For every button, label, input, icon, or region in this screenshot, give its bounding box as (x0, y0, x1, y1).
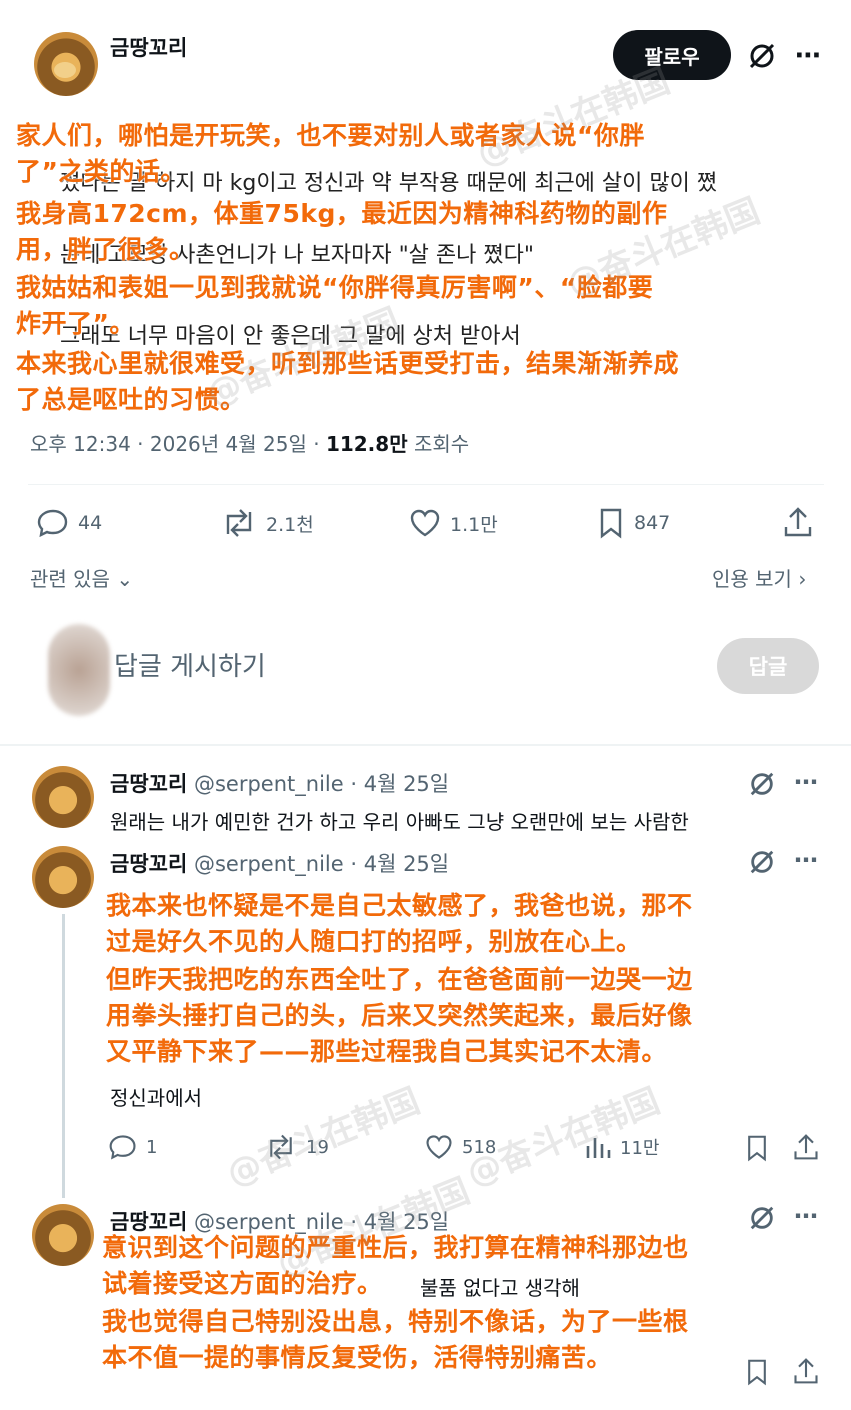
reply-icon (37, 509, 68, 538)
reply2-avatar[interactable] (32, 846, 94, 908)
reply2-more-icon[interactable]: ⋯ (790, 844, 822, 876)
post-views-count: 112.8만 (325, 432, 408, 456)
view-quotes-label: 인용 보기 (712, 567, 792, 591)
reply3-overlay-cn-4: 本不值一提的事情反复受伤，活得特别痛苦。 (102, 1343, 613, 1372)
watermark-4: @奋斗在韩国 (221, 1080, 426, 1195)
post-views-label: 조회수 (407, 432, 470, 456)
related-label: 관련 있음 (30, 567, 110, 591)
chevron-down-icon: ⌄ (109, 567, 134, 591)
grok-icon[interactable] (744, 38, 780, 74)
repost-action[interactable]: 2.1천 (220, 506, 314, 540)
my-avatar (48, 624, 110, 716)
reply1-header: 금땅꼬리 @serpent_nile · 4월 25일 (110, 768, 449, 798)
reply2-header: 금땅꼬리 @serpent_nile · 4월 25일 (110, 848, 449, 878)
reply2-sep: · (350, 852, 358, 876)
reply3-text-mid: 불품 없다고 생각해 (420, 1276, 580, 1300)
repost-count: 2.1천 (266, 513, 314, 536)
reply-placeholder: 답글 게시하기 (114, 652, 266, 682)
reply2-overlay-cn-2: 过是好久不见的人随口打的招呼，别放在心上。 (106, 927, 642, 956)
reply2-grok-icon[interactable] (746, 846, 778, 878)
post-overlay-cn-3: 我身高172cm，体重75kg，最近因为精神科药物的副作 (16, 199, 668, 228)
reply1-avatar[interactable] (32, 766, 94, 828)
reply-icon (109, 1135, 136, 1160)
reply3-bookmark-icon[interactable] (742, 1356, 772, 1388)
reply1-author[interactable]: 금땅꼬리 (110, 772, 187, 796)
post-overlay-cn-5: 我姑姑和表姐一见到我就说“你胖得真厉害啊”、“脸都要 (16, 273, 654, 302)
reply-input[interactable]: 답글 게시하기 (114, 646, 674, 686)
watermark-1: @奋斗在韩国 (471, 60, 676, 175)
reply2-overlay-cn-1: 我本来也怀疑是不是自己太敏感了，我爸也说，那不 (106, 891, 693, 920)
reply-button-label: 답글 (748, 655, 788, 679)
reply1-sep: · (350, 772, 358, 796)
related-toggle[interactable]: 관련 있음 ⌄ (30, 563, 133, 592)
like-count: 1.1만 (450, 513, 498, 536)
reply3-more-icon[interactable]: ⋯ (790, 1200, 822, 1232)
reply-button[interactable]: 답글 (717, 638, 819, 694)
post-overlay-cn-4: 用，胖了很多。 (16, 235, 195, 264)
bookmark-icon (600, 508, 622, 539)
reply1-handle[interactable]: @serpent_nile (194, 772, 344, 796)
heart-icon (410, 509, 440, 537)
reply3-share-icon[interactable] (790, 1354, 822, 1388)
avatar-face (54, 62, 76, 78)
reply-action[interactable]: 44 (36, 506, 102, 540)
post-timestamp[interactable]: 오후 12:34 · 2026년 4월 25일 · 112.8만 조회수 (30, 428, 469, 457)
reply2-bookmark-icon[interactable] (742, 1132, 772, 1164)
like-action[interactable]: 1.1만 (408, 506, 498, 540)
reply2-views-count: 11만 (620, 1138, 660, 1159)
post-overlay-cn-6: 炸开了”。 (16, 309, 135, 338)
heart-icon (426, 1135, 452, 1159)
repost-icon (226, 509, 252, 537)
reply1-more-icon[interactable]: ⋯ (790, 766, 822, 798)
reply2-text-tail: 정신과에서 (110, 1086, 202, 1110)
reply3-overlay-cn-3: 我也觉得自己特别没出息，特别不像话，为了一些根 (102, 1307, 689, 1336)
reply-count: 44 (78, 512, 103, 534)
reply2-overlay-cn-3: 但昨天我把吃的东西全吐了，在爸爸面前一边哭一边 (106, 965, 693, 994)
author-avatar[interactable] (34, 32, 98, 96)
reply3-avatar[interactable] (32, 1204, 94, 1266)
reply2-reply-action[interactable]: 1 (108, 1132, 157, 1162)
reply3-overlay-cn-2: 试着接受这方面的治疗。 (102, 1269, 383, 1298)
view-quotes-link[interactable]: 인용 보기 › (712, 563, 806, 592)
reply2-reply-count: 1 (146, 1136, 158, 1158)
author-name[interactable]: 금땅꼬리 (110, 32, 187, 62)
bookmark-action[interactable]: 847 (596, 506, 670, 540)
reply2-overlay-cn-5: 又平静下来了——那些过程我自己其实记不太清。 (106, 1037, 668, 1066)
more-icon[interactable]: ⋯ (790, 38, 826, 74)
share-icon[interactable] (780, 504, 816, 540)
reply2-date[interactable]: 4월 25일 (364, 852, 449, 876)
divider (28, 484, 824, 485)
reply2-share-icon[interactable] (790, 1130, 822, 1164)
reply1-date[interactable]: 4월 25일 (364, 772, 449, 796)
reply2-author[interactable]: 금땅꼬리 (110, 852, 187, 876)
reply1-text: 원래는 내가 예민한 건가 하고 우리 아빠도 그냥 오랜만에 보는 사람한 (110, 810, 689, 834)
reply1-grok-icon[interactable] (746, 768, 778, 800)
bookmark-count: 847 (634, 512, 671, 534)
post-overlay-cn-2: 了”之类的话。 (16, 157, 186, 186)
chevron-right-icon: › (791, 567, 807, 591)
thread-line (62, 914, 65, 1198)
reply2-handle[interactable]: @serpent_nile (194, 852, 344, 876)
post-time: 오후 12:34 · 2026년 4월 25일 · (30, 432, 326, 456)
reply3-grok-icon[interactable] (746, 1202, 778, 1234)
reply2-overlay-cn-4: 用拳头捶打自己的头，后来又突然笑起来，最后好像 (106, 1001, 693, 1030)
section-divider (0, 744, 851, 746)
